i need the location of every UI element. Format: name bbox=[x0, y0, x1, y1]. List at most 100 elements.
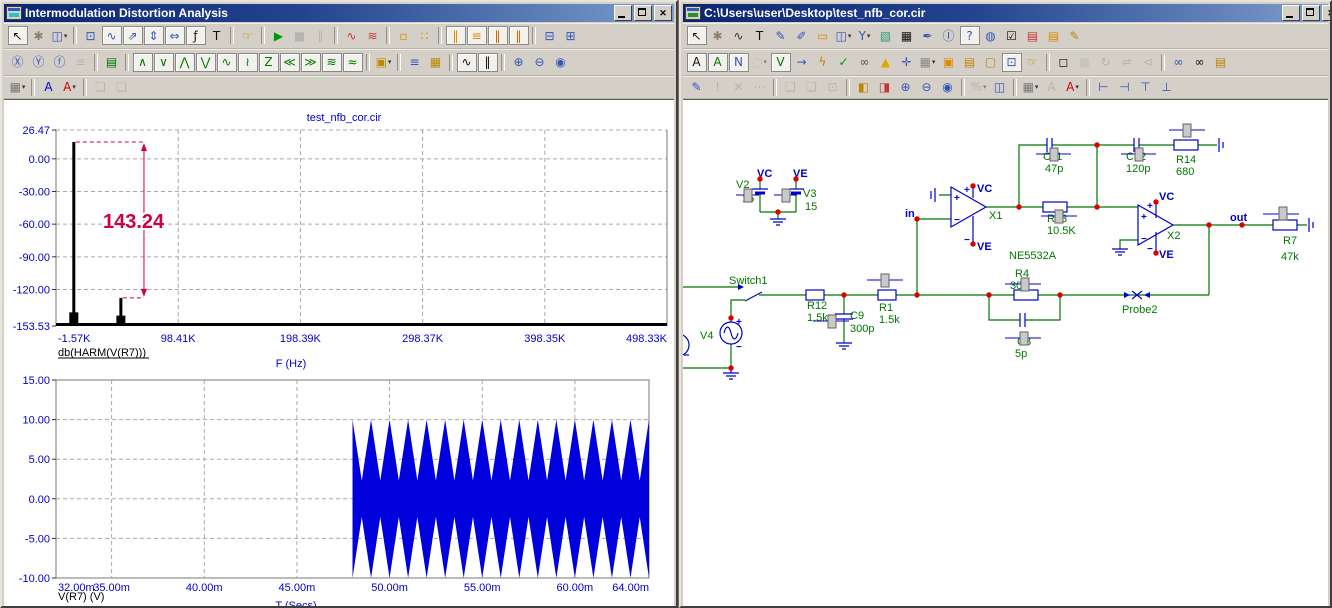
pane-layout-button[interactable]: ▦▾ bbox=[1021, 78, 1041, 97]
low-button[interactable]: ⋁ bbox=[196, 53, 216, 72]
attributes-dialog-button[interactable]: ☞ bbox=[1023, 53, 1043, 72]
show-mode-extra-button[interactable]: ◌▾ bbox=[750, 53, 770, 72]
node-snap-button[interactable]: ! bbox=[708, 78, 728, 97]
align-bottom-button[interactable]: ⊥ bbox=[1157, 78, 1177, 97]
go-to-branch-button[interactable]: ≡ bbox=[71, 53, 91, 72]
edit-document-button[interactable]: ✎ bbox=[1065, 26, 1085, 45]
align-left-button[interactable]: ⊢ bbox=[1094, 78, 1114, 97]
performance-tag-mode-button[interactable]: ƒ bbox=[186, 26, 206, 45]
bring-to-front-button[interactable]: ❏ bbox=[781, 78, 801, 97]
transient-waveform-plot[interactable]: 15.0010.005.000.00-5.00-10.0032.00m35.00… bbox=[4, 372, 674, 606]
switch-blade[interactable] bbox=[745, 292, 762, 301]
probe-probe2[interactable] bbox=[1124, 291, 1150, 299]
web-link-button[interactable]: ◍ bbox=[981, 26, 1001, 45]
schematic-canvas[interactable]: + − + − + − + − + − V2 15 V3 15 Switch1 … bbox=[683, 100, 1328, 606]
high-button[interactable]: ⋀ bbox=[175, 53, 195, 72]
zoom-out-button[interactable]: ⊖ bbox=[530, 53, 550, 72]
go-to-flag-button[interactable]: ▤ bbox=[1211, 53, 1231, 72]
info-mode-button[interactable]: Ⓘ bbox=[939, 26, 959, 45]
font-button[interactable]: A bbox=[1042, 78, 1062, 97]
zoom-in-button[interactable]: ⊕ bbox=[896, 78, 916, 97]
clipboard-button[interactable]: ▣▾ bbox=[374, 53, 394, 72]
slider-handle[interactable] bbox=[1279, 207, 1287, 220]
shape-tool-button[interactable]: Y▾ bbox=[855, 26, 875, 45]
minimize-button[interactable] bbox=[614, 5, 632, 21]
font-button[interactable]: A bbox=[39, 78, 59, 97]
no-connect-button[interactable]: ✕ bbox=[729, 78, 749, 97]
flip-y-button[interactable]: ⊲ bbox=[1138, 53, 1158, 72]
resistor-r1[interactable] bbox=[878, 290, 896, 300]
schematic-titlebar[interactable]: C:\Users\user\Desktop\test_nfb_cor.cir ✕ bbox=[683, 4, 1328, 22]
zoom-out-button[interactable]: ⊖ bbox=[917, 78, 937, 97]
show-pin-connections-button[interactable]: ∞ bbox=[855, 53, 875, 72]
send-to-back-button[interactable]: ❏ bbox=[802, 78, 822, 97]
text-mode-button[interactable]: T bbox=[750, 26, 770, 45]
show-warnings-button[interactable]: ▲ bbox=[876, 53, 896, 72]
find-part-button[interactable]: ∞ bbox=[1169, 53, 1189, 72]
slider-handle[interactable] bbox=[1050, 148, 1058, 161]
cursor-right-button[interactable]: ‖ bbox=[488, 26, 508, 45]
table-button[interactable]: ▦ bbox=[897, 26, 917, 45]
go-to-y-button[interactable]: Ⓨ bbox=[29, 53, 49, 72]
resistor-r7[interactable] bbox=[1273, 220, 1297, 230]
devices[interactable]: + − + − + − + − + − bbox=[683, 138, 1313, 379]
show-attribute-text-button[interactable]: A bbox=[687, 53, 707, 72]
inflection-button[interactable]: ∿ bbox=[217, 53, 237, 72]
rotate-button[interactable]: ↻ bbox=[1096, 53, 1116, 72]
select-mode-button[interactable]: ↖ bbox=[8, 26, 28, 45]
edit-info-button[interactable]: ✎ bbox=[687, 78, 707, 97]
mirror-button[interactable]: ⇌ bbox=[1117, 53, 1137, 72]
flip-window-button[interactable]: ◫▾ bbox=[50, 26, 70, 45]
fft-spectrum-plot[interactable]: 26.470.00-30.00-60.00-90.00-120.00-153.5… bbox=[4, 108, 674, 372]
cursor-lines-button[interactable]: ≡ bbox=[467, 26, 487, 45]
title-block-button[interactable]: ▤ bbox=[960, 53, 980, 72]
pane-layout-button[interactable]: ▦▾ bbox=[8, 78, 28, 97]
annotate-button[interactable]: ✒ bbox=[918, 26, 938, 45]
go-to-performance-button[interactable]: ⓕ bbox=[50, 53, 70, 72]
select-flow-button[interactable]: ⊡ bbox=[1002, 53, 1022, 72]
find-button[interactable]: ∞ bbox=[1190, 53, 1210, 72]
box-select-button[interactable]: ◻ bbox=[1054, 53, 1074, 72]
clear-select-button[interactable]: ■ bbox=[1075, 53, 1095, 72]
picture-button[interactable]: ▧ bbox=[876, 26, 896, 45]
page-scroll-button[interactable]: ◫ bbox=[990, 78, 1010, 97]
resistor-r12[interactable] bbox=[806, 290, 824, 300]
resistor-r14[interactable] bbox=[1174, 140, 1198, 150]
scale-mode-button[interactable]: ∿ bbox=[102, 26, 122, 45]
horizontal-tag-mode-button[interactable]: ⇔ bbox=[165, 26, 185, 45]
maximize-button[interactable] bbox=[1302, 5, 1320, 21]
show-node-voltages-button[interactable]: V bbox=[771, 53, 791, 72]
more-options-button[interactable]: ⋯ bbox=[750, 78, 770, 97]
step-box-button[interactable]: ⊡ bbox=[823, 78, 843, 97]
region-enable-button[interactable]: ▤ bbox=[1044, 26, 1064, 45]
font-color-button[interactable]: A▾ bbox=[1063, 78, 1083, 97]
zoom-in-button[interactable]: ⊕ bbox=[509, 53, 529, 72]
enable-mode-button[interactable]: ☑ bbox=[1002, 26, 1022, 45]
border-display-button[interactable]: ▣ bbox=[939, 53, 959, 72]
pan-mode-button[interactable]: ✱ bbox=[29, 26, 49, 45]
wires[interactable] bbox=[683, 145, 1307, 368]
slider-handle[interactable] bbox=[1020, 332, 1028, 345]
properties-button[interactable]: ☞ bbox=[238, 26, 258, 45]
peak-button[interactable]: ∧ bbox=[133, 53, 153, 72]
zoom-auto-button[interactable]: ◉ bbox=[551, 53, 571, 72]
plot-properties-button[interactable]: ▤ bbox=[102, 53, 122, 72]
next-simulation-button[interactable]: ≋ bbox=[322, 53, 342, 72]
next-branch-button[interactable]: ≈ bbox=[343, 53, 363, 72]
delete-page-button[interactable]: ◨ bbox=[875, 78, 895, 97]
align-cursors-button[interactable]: ∿ bbox=[457, 53, 477, 72]
text-mode-button[interactable]: T bbox=[207, 26, 227, 45]
analysis-titlebar[interactable]: Intermodulation Distortion Analysis ✕ bbox=[4, 4, 674, 22]
global-low-button[interactable]: Z bbox=[259, 53, 279, 72]
send-to-back-button[interactable]: ❏ bbox=[112, 78, 132, 97]
flip-window-button[interactable]: ◫▾ bbox=[834, 26, 854, 45]
pause-button[interactable]: ∥ bbox=[311, 26, 331, 45]
slider-handle[interactable] bbox=[828, 315, 836, 328]
grid-button[interactable]: ▦▾ bbox=[918, 53, 938, 72]
select-mode-button[interactable]: ↖ bbox=[687, 26, 707, 45]
close-button[interactable]: ✕ bbox=[654, 5, 672, 21]
horizontal-axis-line-button[interactable]: ⊟ bbox=[540, 26, 560, 45]
show-power-button[interactable]: ϟ bbox=[813, 53, 833, 72]
reduce-data-button[interactable]: ≋ bbox=[363, 26, 383, 45]
slider-handle[interactable] bbox=[1055, 210, 1063, 223]
